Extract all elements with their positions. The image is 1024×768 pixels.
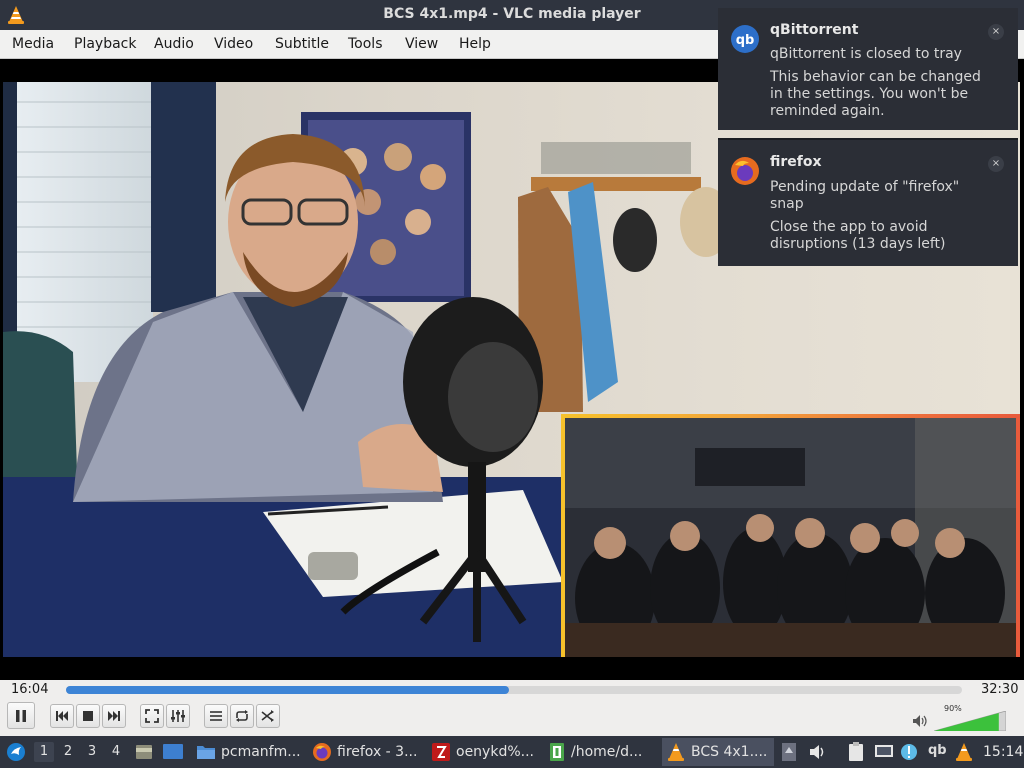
notification-body-line: Close the app to avoid	[770, 219, 928, 235]
start-menu-icon[interactable]	[6, 742, 26, 762]
loop-icon	[236, 710, 248, 722]
notification-body-line: reminded again.	[770, 103, 885, 119]
notification-summary-line: Pending update of "firefox"	[770, 179, 960, 195]
task-label: oenykd%...	[456, 744, 534, 760]
next-button[interactable]	[102, 704, 126, 728]
vlc-tray-icon[interactable]	[954, 742, 974, 762]
menu-subtitle[interactable]: Subtitle	[275, 36, 329, 52]
file-manager-launcher-icon[interactable]	[134, 742, 154, 762]
previous-icon	[56, 711, 68, 721]
menu-view[interactable]: View	[405, 36, 438, 52]
firefox-icon	[313, 743, 331, 761]
previous-button[interactable]	[50, 704, 74, 728]
notification-app-name: qBittorrent	[770, 22, 859, 38]
menu-audio[interactable]: Audio	[154, 36, 194, 52]
notification-close-button[interactable]: ×	[988, 156, 1004, 172]
task-label: BCS 4x1....	[691, 744, 768, 760]
task-vlc[interactable]: BCS 4x1....	[662, 738, 774, 766]
menu-playback[interactable]: Playback	[74, 36, 136, 52]
taskbar: 1 2 3 4 pcmanfm... firefox - 3... oenykd…	[0, 736, 1024, 768]
qbittorrent-icon: qb	[731, 25, 759, 53]
pause-button[interactable]	[7, 702, 35, 729]
clock[interactable]: 15:14	[983, 744, 1023, 760]
terminal-icon	[550, 743, 564, 761]
fullscreen-button[interactable]	[140, 704, 164, 728]
vlc-cone-icon	[668, 743, 684, 761]
workspace-4[interactable]: 4	[106, 742, 126, 762]
svg-text:qb: qb	[736, 33, 755, 48]
task-label: /home/d...	[571, 744, 643, 760]
speaker-tray-icon[interactable]	[808, 743, 828, 761]
updates-tray-icon[interactable]	[780, 742, 798, 762]
loop-button[interactable]	[230, 704, 254, 728]
menu-help[interactable]: Help	[459, 36, 491, 52]
notification-body-line: in the settings. You won't be	[770, 86, 969, 102]
seek-progress	[66, 686, 509, 694]
filezilla-icon	[432, 743, 450, 761]
firefox-icon	[731, 157, 759, 185]
playlist-button[interactable]	[204, 704, 228, 728]
notification-close-button[interactable]: ×	[988, 24, 1004, 40]
extended-settings-icon	[171, 710, 185, 722]
show-desktop-icon[interactable]	[162, 742, 184, 762]
task-pcmanfm[interactable]: pcmanfm...	[192, 738, 305, 766]
pause-icon	[16, 709, 26, 722]
notification-summary: qBittorrent is closed to tray	[770, 46, 962, 62]
task-terminal[interactable]: /home/d...	[544, 738, 646, 766]
workspace-3[interactable]: 3	[82, 742, 102, 762]
picture-in-picture	[561, 414, 1020, 657]
notification-firefox[interactable]: firefox × Pending update of "firefox" sn…	[718, 138, 1018, 266]
fullscreen-icon	[145, 709, 159, 723]
notification-app-name: firefox	[770, 154, 822, 170]
seek-slider[interactable]	[66, 686, 962, 694]
task-label: firefox - 3...	[337, 744, 418, 760]
task-label: pcmanfm...	[221, 744, 301, 760]
notification-qbittorrent[interactable]: qb qBittorrent × qBittorrent is closed t…	[718, 8, 1018, 130]
stop-icon	[83, 711, 93, 721]
pip-church-scene	[565, 418, 1016, 657]
extended-settings-button[interactable]	[166, 704, 190, 728]
shuffle-button[interactable]	[256, 704, 280, 728]
volume-control[interactable]: 90%	[912, 704, 1012, 731]
next-icon	[108, 711, 120, 721]
stop-button[interactable]	[76, 704, 100, 728]
notification-body-line: disruptions (13 days left)	[770, 236, 946, 252]
folder-icon	[197, 746, 215, 759]
shuffle-icon	[261, 710, 274, 722]
qbittorrent-tray-icon[interactable]: qb	[928, 743, 947, 758]
notification-body-line: This behavior can be changed	[770, 69, 981, 85]
menu-tools[interactable]: Tools	[348, 36, 383, 52]
menu-media[interactable]: Media	[12, 36, 54, 52]
total-time: 32:30	[981, 682, 1019, 697]
task-firefox[interactable]: firefox - 3...	[308, 738, 421, 766]
volume-slider[interactable]	[934, 711, 1006, 731]
network-tray-icon[interactable]	[874, 743, 894, 761]
workspace-1[interactable]: 1	[34, 742, 54, 762]
update-notifier-tray-icon[interactable]	[900, 742, 918, 762]
workspace-2[interactable]: 2	[58, 742, 78, 762]
volume-icon[interactable]	[912, 714, 928, 728]
task-filezilla[interactable]: oenykd%...	[427, 738, 538, 766]
clipboard-tray-icon[interactable]	[846, 741, 866, 763]
notification-summary-line: snap	[770, 196, 804, 212]
menu-video[interactable]: Video	[214, 36, 253, 52]
playlist-icon	[210, 711, 222, 721]
elapsed-time: 16:04	[11, 682, 49, 697]
playback-controls: 16:04 32:30 90%	[0, 680, 1024, 736]
